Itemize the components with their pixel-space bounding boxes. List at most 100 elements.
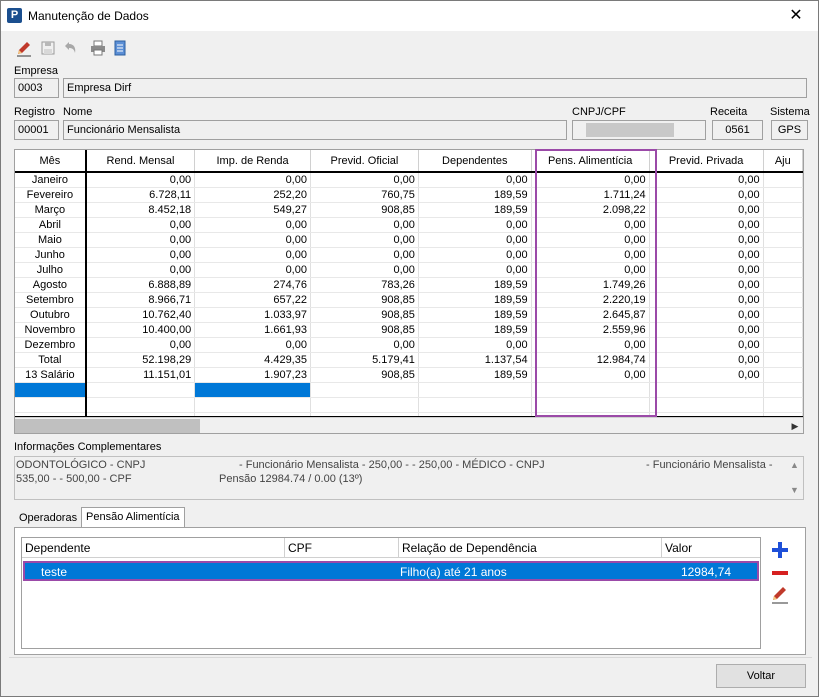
grid-cell[interactable] [763,187,803,203]
grid-cell[interactable] [531,382,650,398]
grid-cell[interactable]: 0,00 [85,232,196,248]
cnpj-field[interactable] [572,120,706,140]
grid-row[interactable]: Janeiro 0,00 0,00 0,00 0,00 0,00 0,00 [15,172,803,188]
tab-operadoras[interactable]: Operadoras [15,509,81,529]
tab-pensao-alimenticia[interactable]: Pensão Alimentícia [81,507,185,528]
grid-cell[interactable]: 4.429,35 [194,352,311,368]
monthly-values-grid[interactable]: Mês Rend. Mensal Imp. de Renda Previd. Ofic… [14,149,804,434]
grid-cell[interactable]: 12.984,74 [531,352,650,368]
grid-cell[interactable] [763,322,803,338]
grid-cell[interactable]: 1.137,54 [418,352,532,368]
grid-cell[interactable]: 0,00 [85,262,196,278]
grid-cell[interactable]: 0,00 [85,172,196,188]
grid-cell[interactable]: 0,00 [649,292,764,308]
grid-cell[interactable]: Janeiro [15,172,87,188]
grid-col-header[interactable]: Dependentes [418,150,532,173]
print-icon[interactable] [89,39,107,57]
grid-cell[interactable]: Setembro [15,292,87,308]
grid-col-header[interactable]: Mês [15,150,87,173]
scroll-down-icon[interactable]: ▼ [790,485,799,495]
grid-cell[interactable]: 0,00 [85,247,196,263]
grid-cell[interactable] [194,382,311,398]
grid-cell[interactable]: Agosto [15,277,87,293]
empresa-name-field[interactable]: Empresa Dirf [63,78,807,98]
grid-cell[interactable] [763,397,803,413]
edit-icon[interactable] [15,39,33,57]
grid-cell[interactable]: 0,00 [310,232,419,248]
grid-cell[interactable] [763,352,803,368]
grid-cell[interactable]: 189,59 [418,307,532,323]
grid-cell[interactable] [763,307,803,323]
grid-cell[interactable] [418,397,532,413]
grid-cell[interactable]: 0,00 [194,217,311,233]
grid-cell[interactable]: 5.179,41 [310,352,419,368]
grid-cell[interactable]: Dezembro [15,337,87,353]
grid-cell[interactable]: 908,85 [310,202,419,218]
dependent-row[interactable]: teste Filho(a) até 21 anos 12984,74 [23,561,759,581]
grid-cell[interactable] [763,172,803,188]
grid-row[interactable] [15,397,803,413]
document-icon[interactable] [111,39,129,57]
grid-cell[interactable] [763,217,803,233]
grid-cell[interactable]: 0,00 [649,172,764,188]
grid-cell[interactable]: 0,00 [649,352,764,368]
grid-cell[interactable]: 0,00 [649,322,764,338]
grid-cell[interactable] [763,247,803,263]
grid-cell[interactable]: 0,00 [649,337,764,353]
grid-cell[interactable]: 6.728,11 [85,187,196,203]
grid-cell[interactable] [85,397,196,413]
grid-cell[interactable]: 0,00 [194,337,311,353]
col-valor[interactable]: Valor [662,538,760,558]
grid-cell[interactable]: Março [15,202,87,218]
col-dependente[interactable]: Dependente [22,538,285,558]
grid-cell[interactable] [85,382,196,398]
grid-col-header[interactable]: Aju [763,150,803,173]
grid-cell[interactable]: 0,00 [649,232,764,248]
grid-cell[interactable] [418,382,532,398]
grid-cell[interactable] [763,202,803,218]
grid-cell[interactable]: 0,00 [85,337,196,353]
grid-cell[interactable]: 52.198,29 [85,352,196,368]
grid-cell[interactable]: 189,59 [418,202,532,218]
grid-cell[interactable]: 0,00 [531,262,650,278]
grid-col-header[interactable]: Previd. Oficial [310,150,419,173]
grid-cell[interactable]: 0,00 [418,247,532,263]
receita-field[interactable]: 0561 [712,120,763,140]
grid-cell[interactable] [763,367,803,383]
grid-cell[interactable] [15,382,87,398]
grid-cell[interactable] [763,382,803,398]
grid-cell[interactable]: 1.711,24 [531,187,650,203]
grid-cell[interactable]: 0,00 [310,247,419,263]
grid-row[interactable]: Maio 0,00 0,00 0,00 0,00 0,00 0,00 [15,232,803,248]
undo-icon[interactable] [61,39,79,57]
grid-cell[interactable]: 0,00 [649,202,764,218]
remove-dependent-button[interactable] [769,562,791,584]
grid-cell[interactable] [194,397,311,413]
grid-cell[interactable]: 10.762,40 [85,307,196,323]
grid-cell[interactable]: 0,00 [649,277,764,293]
grid-cell[interactable]: 1.907,23 [194,367,311,383]
grid-cell[interactable]: 189,59 [418,187,532,203]
grid-cell[interactable]: 0,00 [310,337,419,353]
grid-cell[interactable]: 11.151,01 [85,367,196,383]
info-complementares-textarea[interactable]: ODONTOLÓGICO - CNPJ - Funcionário Mensal… [14,456,804,500]
grid-cell[interactable]: Fevereiro [15,187,87,203]
scroll-thumb[interactable] [15,419,200,433]
edit-dependent-button[interactable] [769,583,791,605]
grid-cell[interactable] [531,397,650,413]
col-relacao[interactable]: Relação de Dependência [399,538,662,558]
grid-cell[interactable]: 1.033,97 [194,307,311,323]
grid-cell[interactable]: Junho [15,247,87,263]
grid-cell[interactable]: 0,00 [418,172,532,188]
grid-cell[interactable]: 0,00 [418,232,532,248]
grid-cell[interactable]: 189,59 [418,367,532,383]
grid-cell[interactable]: 0,00 [649,187,764,203]
grid-cell[interactable]: 0,00 [85,217,196,233]
grid-cell[interactable]: 189,59 [418,277,532,293]
close-button[interactable]: ✕ [774,1,818,30]
dependents-list[interactable]: Dependente CPF Relação de Dependência Va… [21,537,761,649]
empresa-code-field[interactable]: 0003 [14,78,59,98]
grid-row[interactable]: Outubro 10.762,40 1.033,97 908,85 189,59 2.64… [15,307,803,323]
grid-cell[interactable]: 0,00 [310,217,419,233]
grid-row[interactable]: 13 Salário 11.151,01 1.907,23 908,85 189,59 0… [15,367,803,383]
